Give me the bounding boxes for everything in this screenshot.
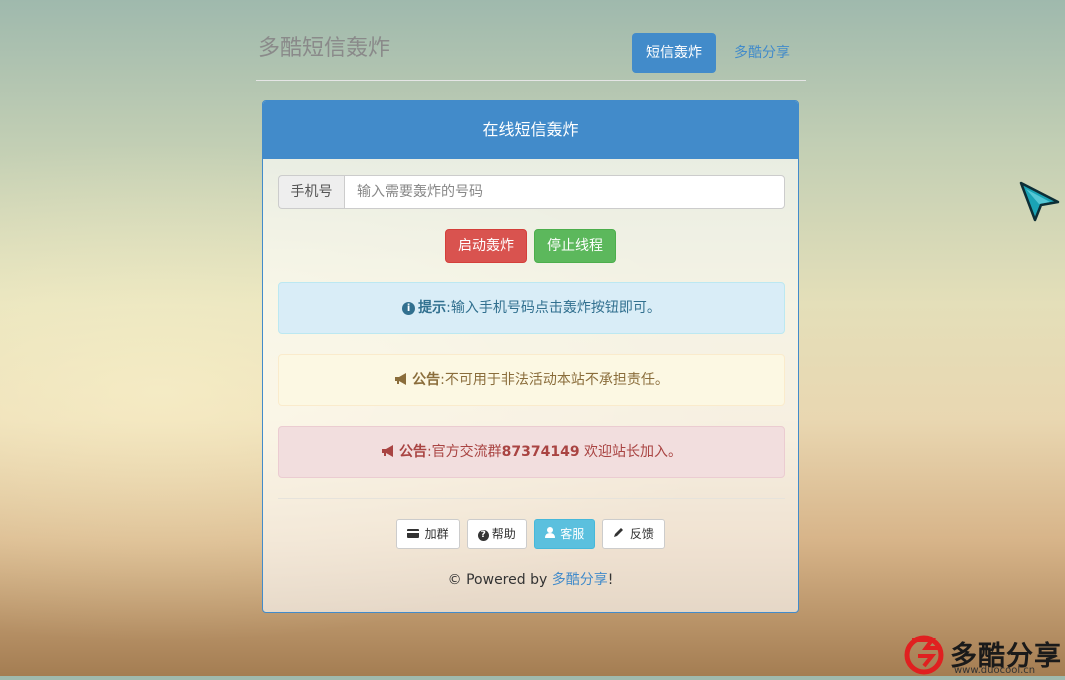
megaphone-icon bbox=[381, 428, 396, 478]
phone-label: 手机号 bbox=[278, 175, 344, 209]
group-number: 87374149 bbox=[501, 444, 580, 460]
phone-input[interactable] bbox=[344, 175, 785, 209]
site-watermark: 多酷分享 www.duocool.cn bbox=[902, 632, 1065, 676]
footer-suffix: ! bbox=[607, 572, 614, 588]
mouse-cursor-icon bbox=[1018, 180, 1062, 228]
footer-prefix: © Powered by bbox=[447, 572, 552, 588]
feedback-button[interactable]: 反馈 bbox=[602, 519, 665, 549]
group-text-suffix: 欢迎站长加入。 bbox=[579, 444, 683, 460]
group-label: 公告 bbox=[398, 444, 427, 460]
nav-duocool-share[interactable]: 多酷分享 bbox=[720, 33, 804, 73]
question-circle-icon: ? bbox=[477, 530, 489, 541]
feedback-label: 反馈 bbox=[629, 527, 654, 541]
notice-text: :不可用于非法活动本站不承担责任。 bbox=[440, 372, 669, 388]
panel-title: 在线短信轰炸 bbox=[263, 101, 798, 159]
nav-sms-bomb[interactable]: 短信轰炸 bbox=[632, 33, 716, 73]
help-label: 帮助 bbox=[491, 527, 516, 541]
duocool-logo-icon bbox=[902, 632, 948, 680]
credit-card-icon bbox=[407, 528, 423, 541]
group-alert: 公告:官方交流群87374149 欢迎站长加入。 bbox=[278, 426, 785, 478]
customer-service-label: 客服 bbox=[560, 527, 585, 541]
pencil-icon bbox=[613, 528, 628, 541]
stop-thread-button[interactable]: 停止线程 bbox=[534, 229, 617, 263]
megaphone-icon bbox=[394, 356, 409, 406]
divider bbox=[278, 498, 785, 499]
action-buttons: 启动轰炸 停止线程 bbox=[263, 229, 798, 263]
footer: © Powered by 多酷分享! bbox=[263, 569, 798, 589]
notice-alert: 公告:不可用于非法活动本站不承担责任。 bbox=[278, 354, 785, 406]
watermark-url: www.duocool.cn bbox=[954, 665, 1036, 676]
notice-label: 公告 bbox=[412, 372, 441, 388]
join-group-button[interactable]: 加群 bbox=[396, 519, 460, 549]
phone-input-group: 手机号 bbox=[278, 175, 785, 209]
footer-link[interactable]: 多酷分享 bbox=[552, 572, 608, 588]
page-header: 多酷短信轰炸 短信轰炸 多酷分享 bbox=[256, 0, 806, 81]
site-brand: 多酷短信轰炸 bbox=[258, 36, 391, 61]
tool-buttons: 加群 ? 帮助 客服 反馈 bbox=[263, 519, 798, 549]
tip-alert: i 提示:输入手机号码点击轰炸按钮即可。 bbox=[278, 282, 785, 334]
help-button[interactable]: ? 帮助 bbox=[466, 519, 527, 549]
start-bomb-button[interactable]: 启动轰炸 bbox=[444, 229, 527, 263]
join-group-label: 加群 bbox=[424, 527, 449, 541]
customer-service-button[interactable]: 客服 bbox=[533, 519, 596, 549]
tip-text: :输入手机号码点击轰炸按钮即可。 bbox=[446, 300, 661, 316]
user-icon bbox=[544, 527, 559, 541]
group-text-prefix: :官方交流群 bbox=[426, 444, 502, 460]
info-circle-icon: i bbox=[402, 302, 416, 315]
main-panel: 在线短信轰炸 手机号 启动轰炸 停止线程 i提示:输入手机号码点击轰炸按钮即可。… bbox=[262, 100, 799, 613]
tip-label: 提示 bbox=[418, 300, 447, 316]
